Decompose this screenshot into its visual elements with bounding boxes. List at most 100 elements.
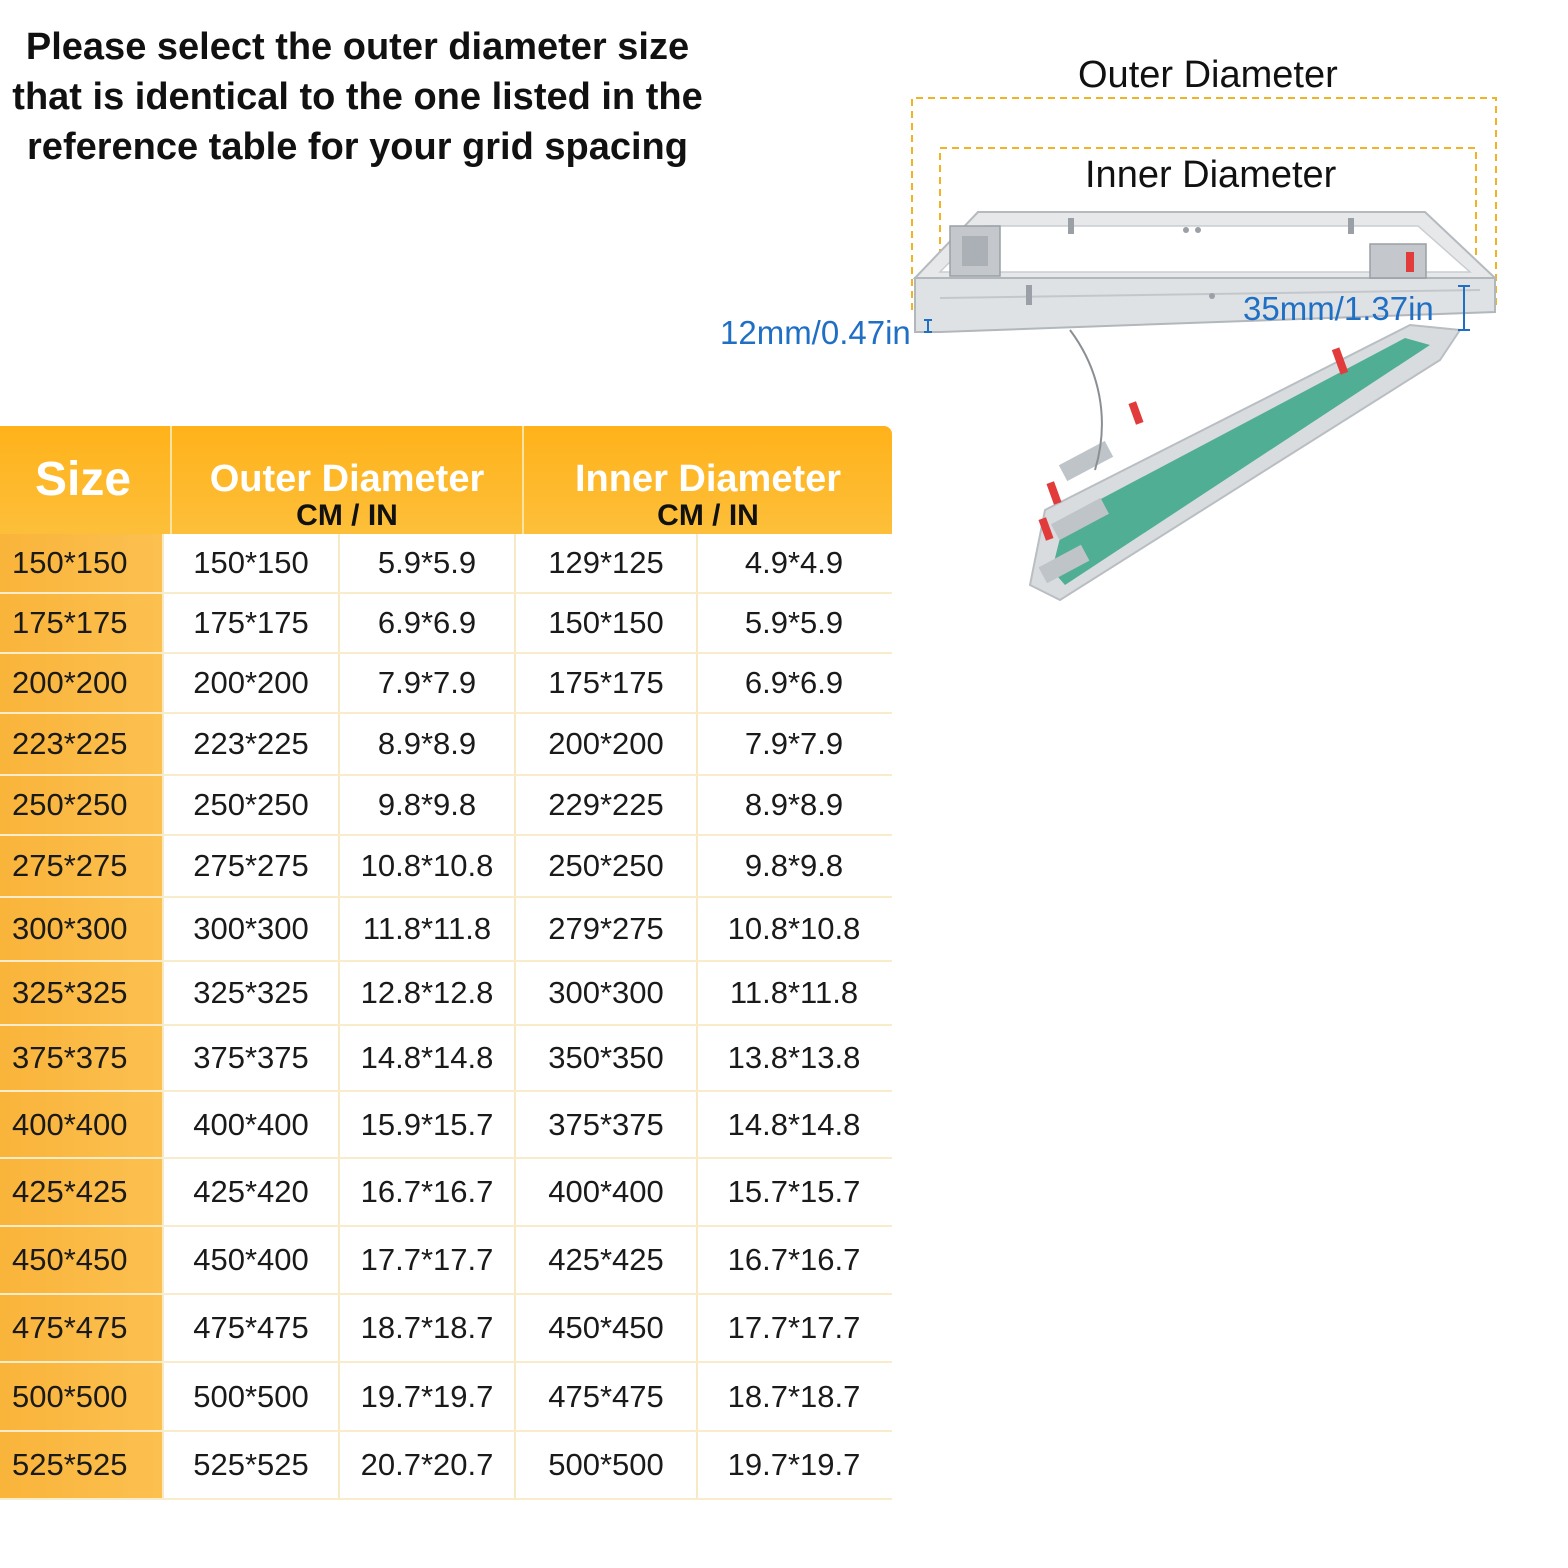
outer-in-cell: 11.8*11.8 <box>338 898 514 960</box>
instruction-line: Please select the outer diameter size <box>25 26 690 68</box>
panel-board <box>1052 338 1430 585</box>
inner-diameter-header-title: Inner Diameter <box>574 458 842 500</box>
inner-in-cell: 16.7*16.7 <box>696 1227 890 1293</box>
inner-cm-cell: 250*250 <box>514 836 696 896</box>
hinge-bracket <box>1369 243 1427 279</box>
inner-cm-cell: 279*275 <box>514 898 696 960</box>
size-cell: 175*175 <box>0 594 162 652</box>
outer-cm-cell: 375*375 <box>162 1026 338 1090</box>
inner-cm-cell: 500*500 <box>514 1432 696 1498</box>
size-cell: 325*325 <box>0 962 162 1024</box>
instruction-line: that is identical to the one listed in t… <box>12 76 703 118</box>
table-row: 400*400 400*400 15.9*15.7 375*375 14.8*14.8 <box>0 1092 892 1159</box>
table-row: 175*175 175*175 6.9*6.9 150*150 5.9*5.9 <box>0 594 892 654</box>
inner-in-cell: 6.9*6.9 <box>696 654 890 712</box>
inner-in-cell: 11.8*11.8 <box>696 962 890 1024</box>
depth-left-label: 12mm/0.47in <box>720 314 911 351</box>
outer-cm-cell: 500*500 <box>162 1363 338 1430</box>
table-row: 500*500 500*500 19.7*19.7 475*475 18.7*18.7 <box>0 1363 892 1432</box>
outer-in-cell: 14.8*14.8 <box>338 1026 514 1090</box>
outer-diameter-header-unit: CM / IN <box>296 499 398 532</box>
outer-in-cell: 19.7*19.7 <box>338 1363 514 1430</box>
inner-in-cell: 8.9*8.9 <box>696 776 890 834</box>
size-cell: 223*225 <box>0 714 162 774</box>
size-cell: 375*375 <box>0 1026 162 1090</box>
outer-cm-cell: 275*275 <box>162 836 338 896</box>
inner-in-cell: 9.8*9.8 <box>696 836 890 896</box>
inner-cm-cell: 450*450 <box>514 1295 696 1361</box>
inner-diameter-column-header: Inner Diameter CM / IN <box>522 426 892 534</box>
outer-in-cell: 10.8*10.8 <box>338 836 514 896</box>
inner-in-cell: 17.7*17.7 <box>696 1295 890 1361</box>
outer-in-cell: 8.9*8.9 <box>338 714 514 774</box>
outer-in-cell: 17.7*17.7 <box>338 1227 514 1293</box>
table-row: 275*275 275*275 10.8*10.8 250*250 9.8*9.8 <box>0 836 892 898</box>
inner-in-cell: 7.9*7.9 <box>696 714 890 774</box>
inner-in-cell: 10.8*10.8 <box>696 898 890 960</box>
inner-in-cell: 13.8*13.8 <box>696 1026 890 1090</box>
inner-diameter-label: Inner Diameter <box>1085 154 1337 196</box>
inner-cm-cell: 350*350 <box>514 1026 696 1090</box>
red-clip <box>1406 252 1414 272</box>
inner-cm-cell: 475*475 <box>514 1363 696 1430</box>
outer-in-cell: 15.9*15.7 <box>338 1092 514 1157</box>
inner-cm-cell: 375*375 <box>514 1092 696 1157</box>
table-row: 300*300 300*300 11.8*11.8 279*275 10.8*10.8 <box>0 898 892 962</box>
outer-in-cell: 20.7*20.7 <box>338 1432 514 1498</box>
table-row: 450*450 450*400 17.7*17.7 425*425 16.7*16.7 <box>0 1227 892 1295</box>
size-cell: 150*150 <box>0 534 162 592</box>
table-row: 375*375 375*375 14.8*14.8 350*350 13.8*13.8 <box>0 1026 892 1092</box>
depth-right-label: 35mm/1.37in <box>1243 290 1434 327</box>
table-row: 425*425 425*420 16.7*16.7 400*400 15.7*15.7 <box>0 1159 892 1227</box>
outer-cm-cell: 400*400 <box>162 1092 338 1157</box>
table-row: 200*200 200*200 7.9*7.9 175*175 6.9*6.9 <box>0 654 892 714</box>
outer-in-cell: 12.8*12.8 <box>338 962 514 1024</box>
outer-in-cell: 16.7*16.7 <box>338 1159 514 1225</box>
inner-cm-cell: 300*300 <box>514 962 696 1024</box>
outer-cm-cell: 175*175 <box>162 594 338 652</box>
outer-in-cell: 5.9*5.9 <box>338 534 514 592</box>
instruction-line: reference table for your grid spacing <box>27 126 688 168</box>
size-cell: 500*500 <box>0 1363 162 1430</box>
outer-in-cell: 9.8*9.8 <box>338 776 514 834</box>
outer-cm-cell: 200*200 <box>162 654 338 712</box>
size-cell: 525*525 <box>0 1432 162 1498</box>
outer-diameter-header-title: Outer Diameter <box>209 458 485 500</box>
outer-diameter-column-header: Outer Diameter CM / IN <box>170 426 522 534</box>
inner-in-cell: 5.9*5.9 <box>696 594 890 652</box>
instruction-text: Please select the outer diameter size th… <box>0 22 715 172</box>
size-cell: 400*400 <box>0 1092 162 1157</box>
size-cell: 475*475 <box>0 1295 162 1361</box>
inner-cm-cell: 400*400 <box>514 1159 696 1225</box>
size-cell: 450*450 <box>0 1227 162 1293</box>
outer-cm-cell: 325*325 <box>162 962 338 1024</box>
table-row: 475*475 475*475 18.7*18.7 450*450 17.7*17.7 <box>0 1295 892 1363</box>
outer-diameter-label: Outer Diameter <box>1078 54 1338 96</box>
outer-in-cell: 6.9*6.9 <box>338 594 514 652</box>
inner-cm-cell: 229*225 <box>514 776 696 834</box>
size-reference-table: Size Outer Diameter CM / IN Inner Diamet… <box>0 426 892 1500</box>
inner-in-cell: 14.8*14.8 <box>696 1092 890 1157</box>
outer-cm-cell: 223*225 <box>162 714 338 774</box>
inner-diameter-header-unit: CM / IN <box>657 499 759 532</box>
red-clip <box>1046 481 1062 505</box>
outer-cm-cell: 425*420 <box>162 1159 338 1225</box>
inner-cm-cell: 150*150 <box>514 594 696 652</box>
inner-in-cell: 19.7*19.7 <box>696 1432 890 1498</box>
outer-in-cell: 7.9*7.9 <box>338 654 514 712</box>
inner-cm-cell: 200*200 <box>514 714 696 774</box>
table-row: 325*325 325*325 12.8*12.8 300*300 11.8*11.8 <box>0 962 892 1026</box>
red-clip <box>1128 401 1144 425</box>
size-cell: 250*250 <box>0 776 162 834</box>
table-row: 250*250 250*250 9.8*9.8 229*225 8.9*8.9 <box>0 776 892 836</box>
inner-in-cell: 4.9*4.9 <box>696 534 890 592</box>
inner-cm-cell: 129*125 <box>514 534 696 592</box>
panel-latch <box>1058 440 1114 482</box>
outer-cm-cell: 150*150 <box>162 534 338 592</box>
inner-in-cell: 15.7*15.7 <box>696 1159 890 1225</box>
size-cell: 425*425 <box>0 1159 162 1225</box>
size-cell: 300*300 <box>0 898 162 960</box>
size-cell: 200*200 <box>0 654 162 712</box>
size-column-header: Size <box>34 453 132 506</box>
size-cell: 275*275 <box>0 836 162 896</box>
